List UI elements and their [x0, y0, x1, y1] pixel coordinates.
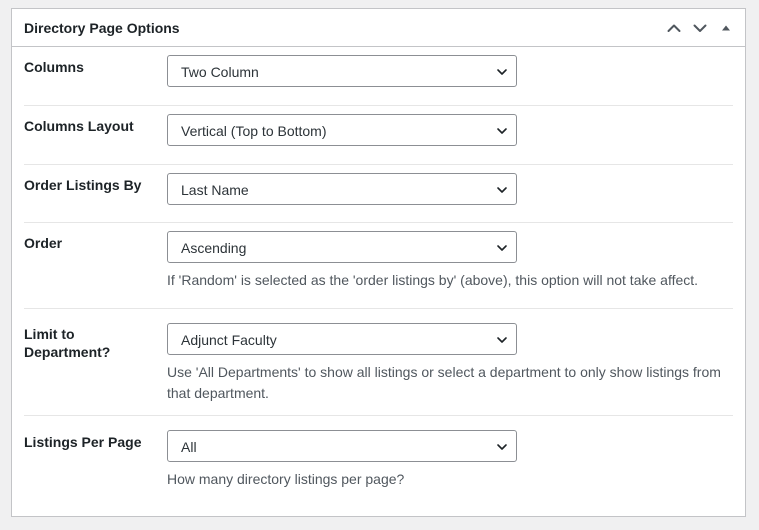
option-row-limit-to-department: Limit to Department? Adjunct Faculty Use…	[24, 309, 733, 416]
chevron-down-icon	[497, 337, 507, 343]
option-row-columns: Columns Two Column	[24, 47, 733, 106]
metabox-handle-actions	[661, 15, 739, 41]
chevron-down-icon	[497, 187, 507, 193]
chevron-down-icon	[497, 128, 507, 134]
metabox-title: Directory Page Options	[24, 20, 180, 36]
option-row-columns-layout: Columns Layout Vertical (Top to Bottom)	[24, 106, 733, 165]
select-value: Adjunct Faculty	[181, 332, 277, 348]
columns-layout-select[interactable]: Vertical (Top to Bottom)	[167, 114, 517, 146]
toggle-panel-button[interactable]	[713, 15, 739, 41]
option-label: Listings Per Page	[24, 434, 142, 450]
option-field: All How many directory listings per page…	[167, 416, 733, 516]
option-field: Two Column	[167, 47, 733, 105]
option-description: How many directory listings per page?	[167, 471, 405, 487]
select-value: Last Name	[181, 182, 249, 198]
directory-page-options-metabox: Directory Page Options Columns Two Colum…	[11, 8, 746, 517]
order-listings-by-select[interactable]: Last Name	[167, 173, 517, 205]
chevron-down-icon	[497, 69, 507, 75]
chevron-down-icon	[693, 24, 707, 32]
chevron-down-icon	[497, 245, 507, 251]
option-label: Columns Layout	[24, 118, 134, 134]
move-down-button[interactable]	[687, 15, 713, 41]
metabox-content: Columns Two Column Columns Layout Vertic…	[12, 47, 745, 516]
option-field: Last Name	[167, 165, 733, 222]
chevron-up-icon	[667, 24, 681, 32]
option-field: Ascending If 'Random' is selected as the…	[167, 223, 733, 308]
option-field: Adjunct Faculty Use 'All Departments' to…	[154, 309, 733, 415]
option-row-order-listings-by: Order Listings By Last Name	[24, 165, 733, 223]
caret-up-icon	[722, 25, 730, 31]
move-up-button[interactable]	[661, 15, 687, 41]
select-value: Vertical (Top to Bottom)	[181, 123, 327, 139]
department-select[interactable]: Adjunct Faculty	[167, 323, 517, 355]
option-label: Order Listings By	[24, 177, 142, 193]
option-description: Use 'All Departments' to show all listin…	[167, 364, 721, 401]
listings-per-page-select[interactable]: All	[167, 430, 517, 462]
option-row-listings-per-page: Listings Per Page All How many directory…	[24, 416, 733, 516]
select-value: Ascending	[181, 240, 247, 256]
select-value: Two Column	[181, 64, 259, 80]
chevron-down-icon	[497, 444, 507, 450]
option-label: Columns	[24, 59, 84, 75]
option-label: Order	[24, 235, 63, 251]
option-row-order: Order Ascending If 'Random' is selected …	[24, 223, 733, 309]
option-label: Limit to Department?	[24, 326, 111, 360]
select-value: All	[181, 439, 197, 455]
option-field: Vertical (Top to Bottom)	[167, 106, 733, 164]
order-select[interactable]: Ascending	[167, 231, 517, 263]
columns-select[interactable]: Two Column	[167, 55, 517, 87]
option-description: If 'Random' is selected as the 'order li…	[167, 272, 699, 288]
metabox-header: Directory Page Options	[12, 9, 745, 47]
